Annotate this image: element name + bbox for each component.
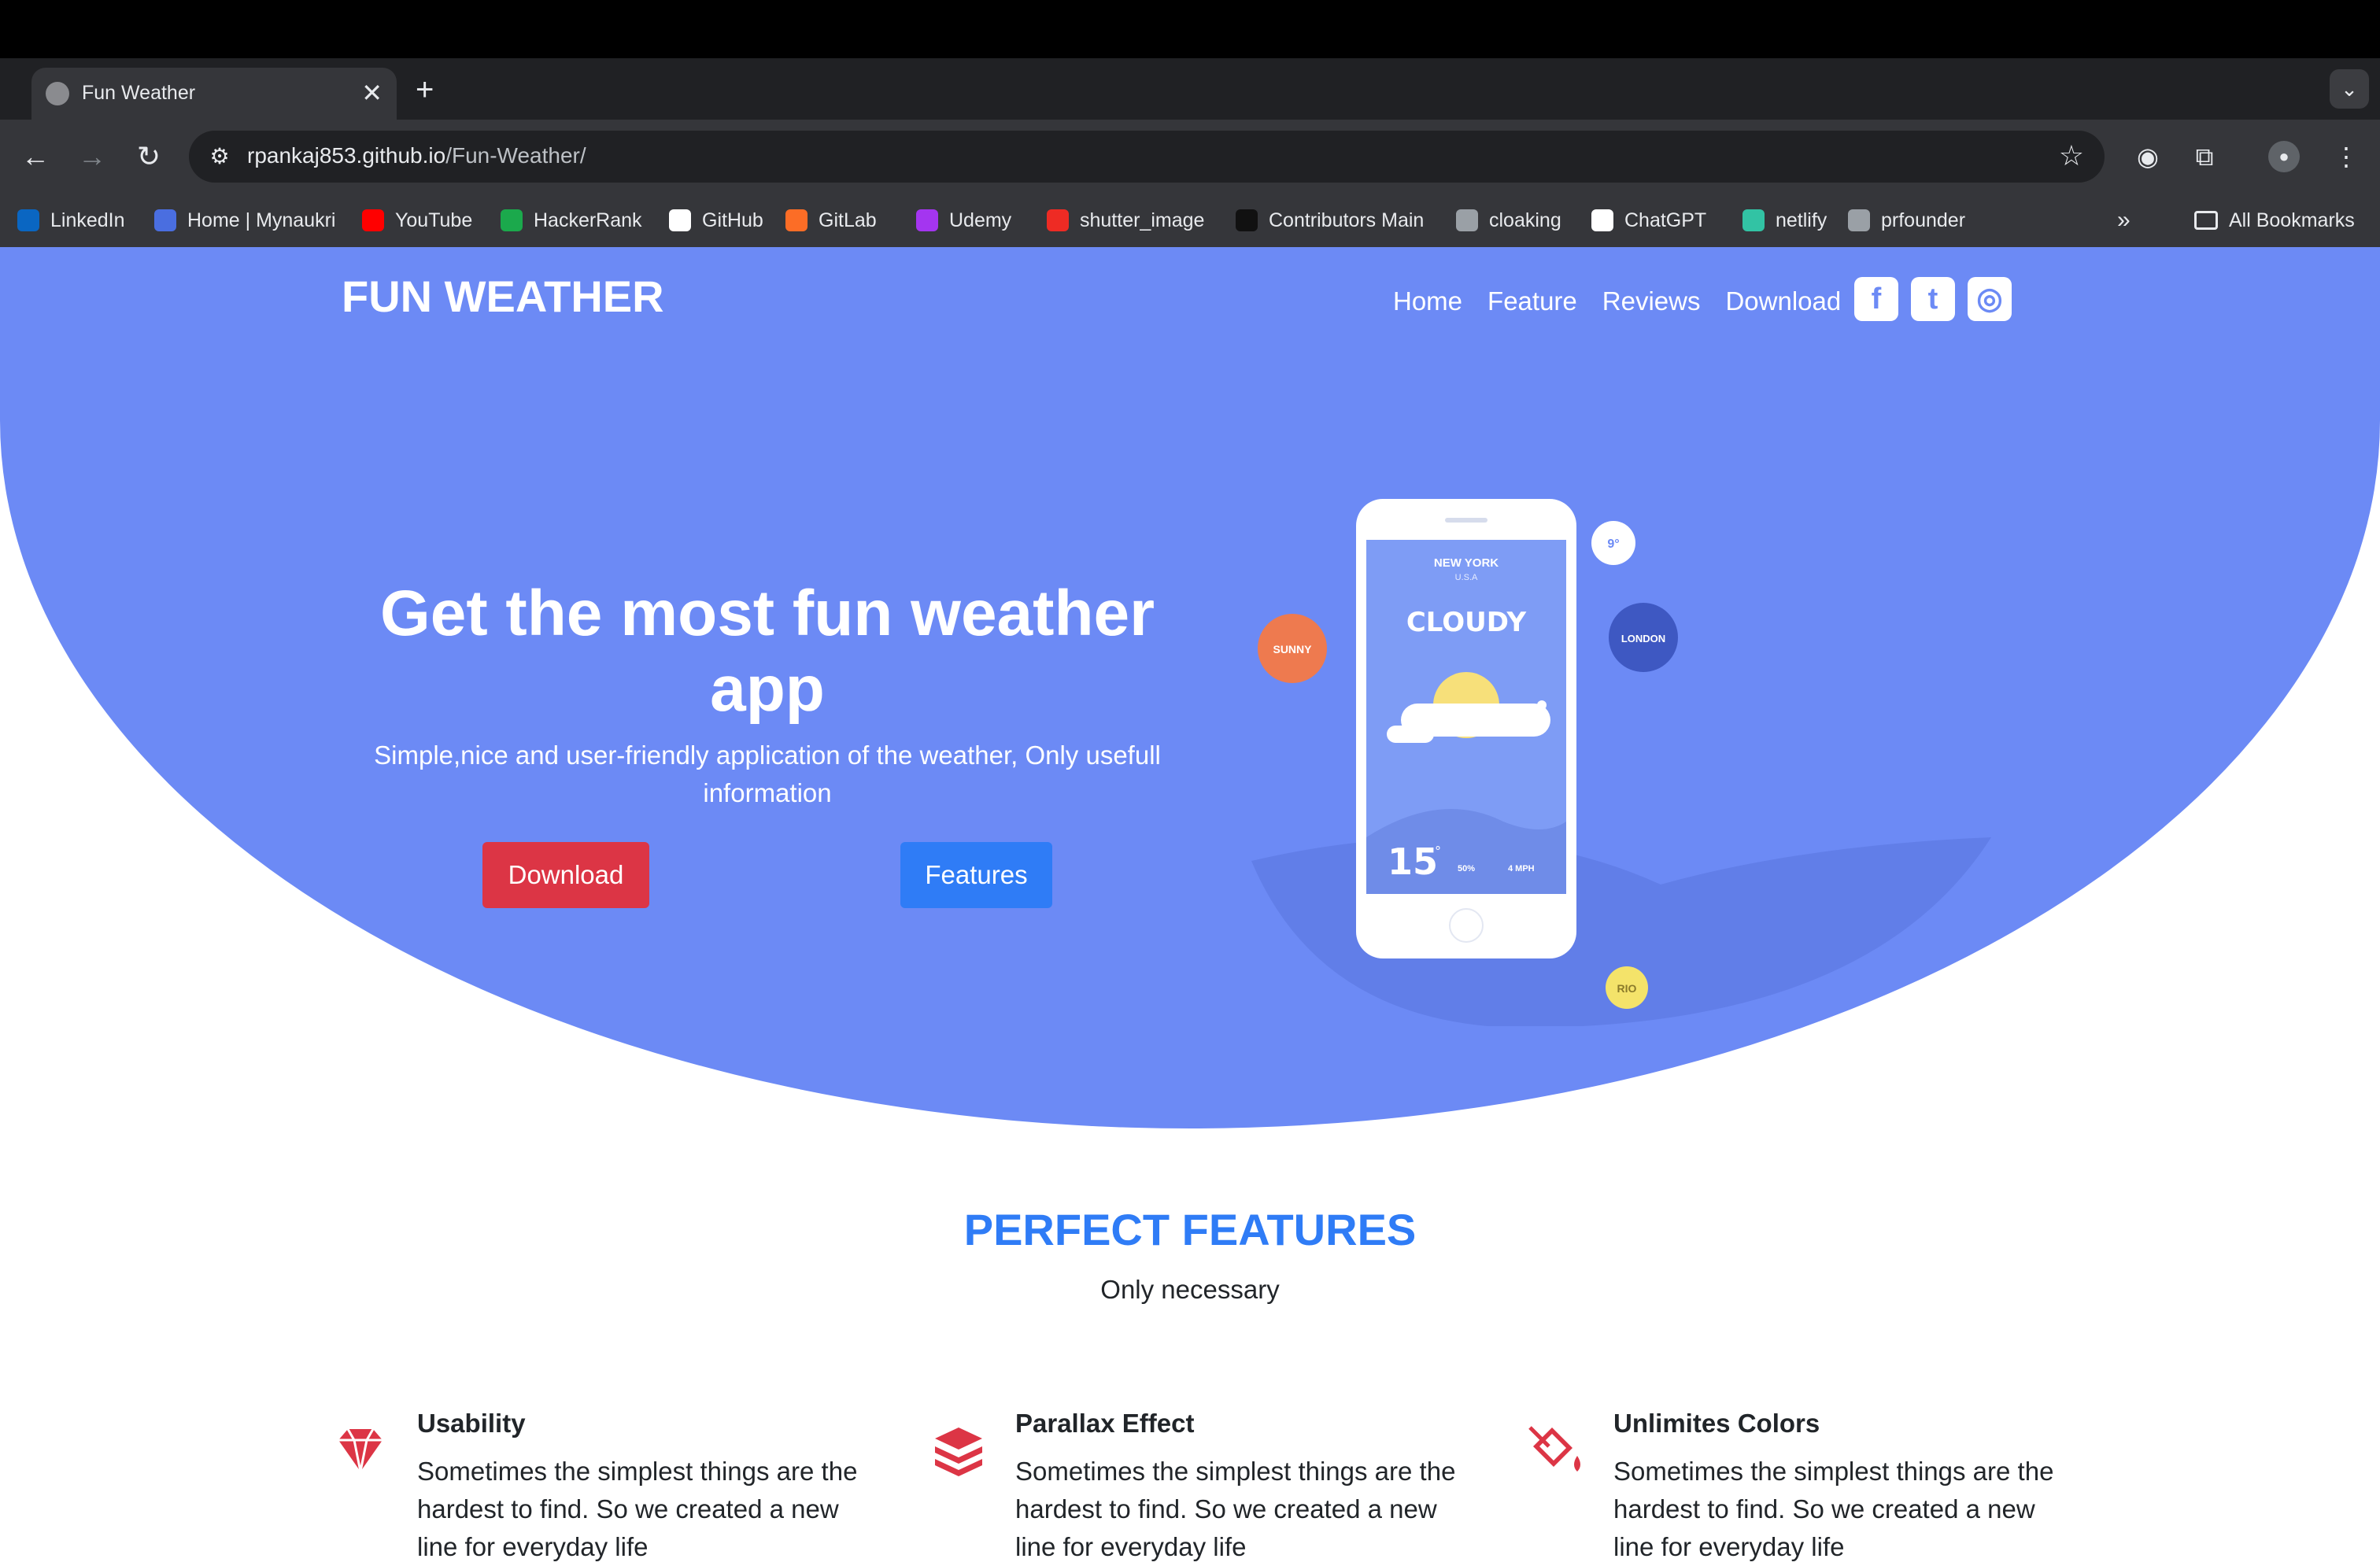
features-title: PERFECT FEATURES (963, 1205, 1417, 1254)
reload-icon[interactable]: ↻ (129, 137, 168, 176)
hero-section: FUN WEATHER Home Feature Reviews Downloa… (0, 247, 2380, 1128)
hero-subtitle: Simple,nice and user-friendly applicatio… (374, 741, 1161, 807)
hero-headline: Get the most fun weather app (379, 578, 1155, 725)
phone-illustration: NEW YORK U.S.A CLOUDY 15 ° 50% 4 MPH 9° … (1251, 491, 2007, 1050)
bookmark-chatgpt[interactable]: ChatGPT (1591, 206, 1706, 235)
twitter-icon[interactable]: t (1911, 277, 1955, 321)
feature-title: Unlimites Colors (1613, 1409, 1820, 1438)
profile-avatar[interactable]: ● (2268, 141, 2300, 172)
features-subtitle: Only necessary (1100, 1275, 1280, 1304)
bookmark-favicon-icon (154, 209, 176, 231)
bookmark-udemy[interactable]: Udemy (916, 206, 1011, 235)
folder-icon (2194, 211, 2218, 230)
os-top-bar (0, 0, 2380, 58)
extension-icon[interactable]: ◉ (2128, 137, 2168, 176)
phone-condition: CLOUDY (1406, 607, 1527, 638)
feature-title: Usability (417, 1409, 526, 1438)
nav-home[interactable]: Home (1393, 286, 1462, 316)
bookmark-favicon-icon (501, 209, 523, 231)
menu-dots-icon[interactable]: ⋮ (2326, 137, 2366, 176)
paint-bucket-icon (1528, 1426, 1580, 1472)
bookmarks-bar: LinkedIn Home | Mynaukri YouTube HackerRank… (0, 194, 2380, 247)
bookmark-favicon-icon (17, 209, 39, 231)
more-bookmarks-icon[interactable]: » (2117, 206, 2131, 235)
gem-icon (338, 1428, 382, 1472)
feature-text: Sometimes the simplest things are the ha… (417, 1457, 858, 1561)
cloud-dot (1537, 700, 1547, 710)
bookmark-favicon-icon (1456, 209, 1478, 231)
bookmark-favicon-icon (1743, 209, 1765, 231)
bookmark-favicon-icon (916, 209, 938, 231)
instagram-icon[interactable]: ◎ (1968, 277, 2012, 321)
bookmark-github[interactable]: GitHub (669, 206, 763, 235)
site-brand[interactable]: FUN WEATHER (342, 271, 664, 322)
bookmark-shutter-image[interactable]: shutter_image (1047, 206, 1204, 235)
site-nav: Home Feature Reviews Download (1393, 286, 1841, 316)
bookmark-favicon-icon (1848, 209, 1870, 231)
features-button[interactable]: Features (900, 842, 1052, 908)
layers-icon (935, 1427, 982, 1476)
browser-toolbar: ← → ↻ ⚙ rpankaj853.github.io/Fun-Weather… (0, 120, 2380, 194)
puzzle-icon[interactable]: ⧉ (2185, 137, 2224, 176)
feature-text: Sometimes the simplest things are the ha… (1613, 1457, 2054, 1561)
bubble-rio-label: RIO (1617, 982, 1637, 995)
tab-fun-weather[interactable]: Fun Weather ✕ (31, 68, 397, 120)
bookmark-favicon-icon (362, 209, 384, 231)
phone-temperature: 15 (1388, 840, 1438, 883)
url-text[interactable]: rpankaj853.github.io/Fun-Weather/ (247, 143, 586, 168)
bookmark-gitlab[interactable]: GitLab (785, 206, 877, 235)
site-settings-icon[interactable]: ⚙ (206, 143, 233, 170)
bookmark-favicon-icon (669, 209, 691, 231)
bookmark-favicon-icon (1591, 209, 1613, 231)
bookmark-contributors-main[interactable]: Contributors Main (1236, 206, 1424, 235)
bookmark-youtube[interactable]: YouTube (362, 206, 472, 235)
bubble-sunny-label: SUNNY (1273, 643, 1312, 656)
bookmark-netlify[interactable]: netlify (1743, 206, 1827, 235)
address-bar[interactable]: ⚙ rpankaj853.github.io/Fun-Weather/ ☆ (189, 131, 2105, 183)
feature-title: Parallax Effect (1015, 1409, 1195, 1438)
bookmark-linkedin[interactable]: LinkedIn (17, 206, 125, 235)
phone-city: NEW YORK (1434, 556, 1499, 570)
bubble-london-label: LONDON (1621, 633, 1665, 644)
phone-illustration-svg: NEW YORK U.S.A CLOUDY 15 ° 50% 4 MPH 9° … (1251, 499, 1991, 1026)
download-button[interactable]: Download (482, 842, 649, 908)
bubble-temp-label: 9° (1607, 537, 1619, 551)
bookmark-favicon-icon (1236, 209, 1258, 231)
forward-arrow-icon[interactable]: → (72, 137, 112, 176)
phone-speaker (1445, 518, 1488, 523)
nav-download[interactable]: Download (1725, 286, 1841, 316)
globe-icon (46, 82, 69, 105)
all-bookmarks-folder[interactable]: All Bookmarks (2194, 206, 2355, 235)
tab-search-chevron-icon[interactable]: ⌄ (2330, 69, 2369, 109)
bookmark-favicon-icon (785, 209, 808, 231)
bookmark-favicon-icon (1047, 209, 1069, 231)
nav-reviews[interactable]: Reviews (1602, 286, 1701, 316)
bookmark-prfounder[interactable]: prfounder (1848, 206, 1965, 235)
close-icon[interactable]: ✕ (361, 77, 382, 109)
bookmark-star-icon[interactable]: ☆ (2059, 140, 2084, 172)
tab-strip: Fun Weather ✕ + ⌄ (0, 58, 2380, 120)
bookmark-home-mynaukri[interactable]: Home | Mynaukri (154, 206, 336, 235)
nav-feature[interactable]: Feature (1488, 286, 1577, 316)
bookmark-cloaking[interactable]: cloaking (1456, 206, 1561, 235)
phone-country: U.S.A (1455, 573, 1478, 582)
phone-degree: ° (1435, 844, 1441, 859)
cloud-puff (1387, 726, 1434, 743)
facebook-icon[interactable]: f (1854, 277, 1898, 321)
phone-wind: 4 MPH (1508, 864, 1535, 873)
phone-humidity: 50% (1458, 864, 1475, 873)
feature-text: Sometimes the simplest things are the ha… (1015, 1457, 1456, 1561)
new-tab-button[interactable]: + (416, 74, 434, 105)
back-arrow-icon[interactable]: ← (16, 137, 55, 176)
bookmark-hackerrank[interactable]: HackerRank (501, 206, 642, 235)
tab-title: Fun Weather (82, 82, 196, 104)
